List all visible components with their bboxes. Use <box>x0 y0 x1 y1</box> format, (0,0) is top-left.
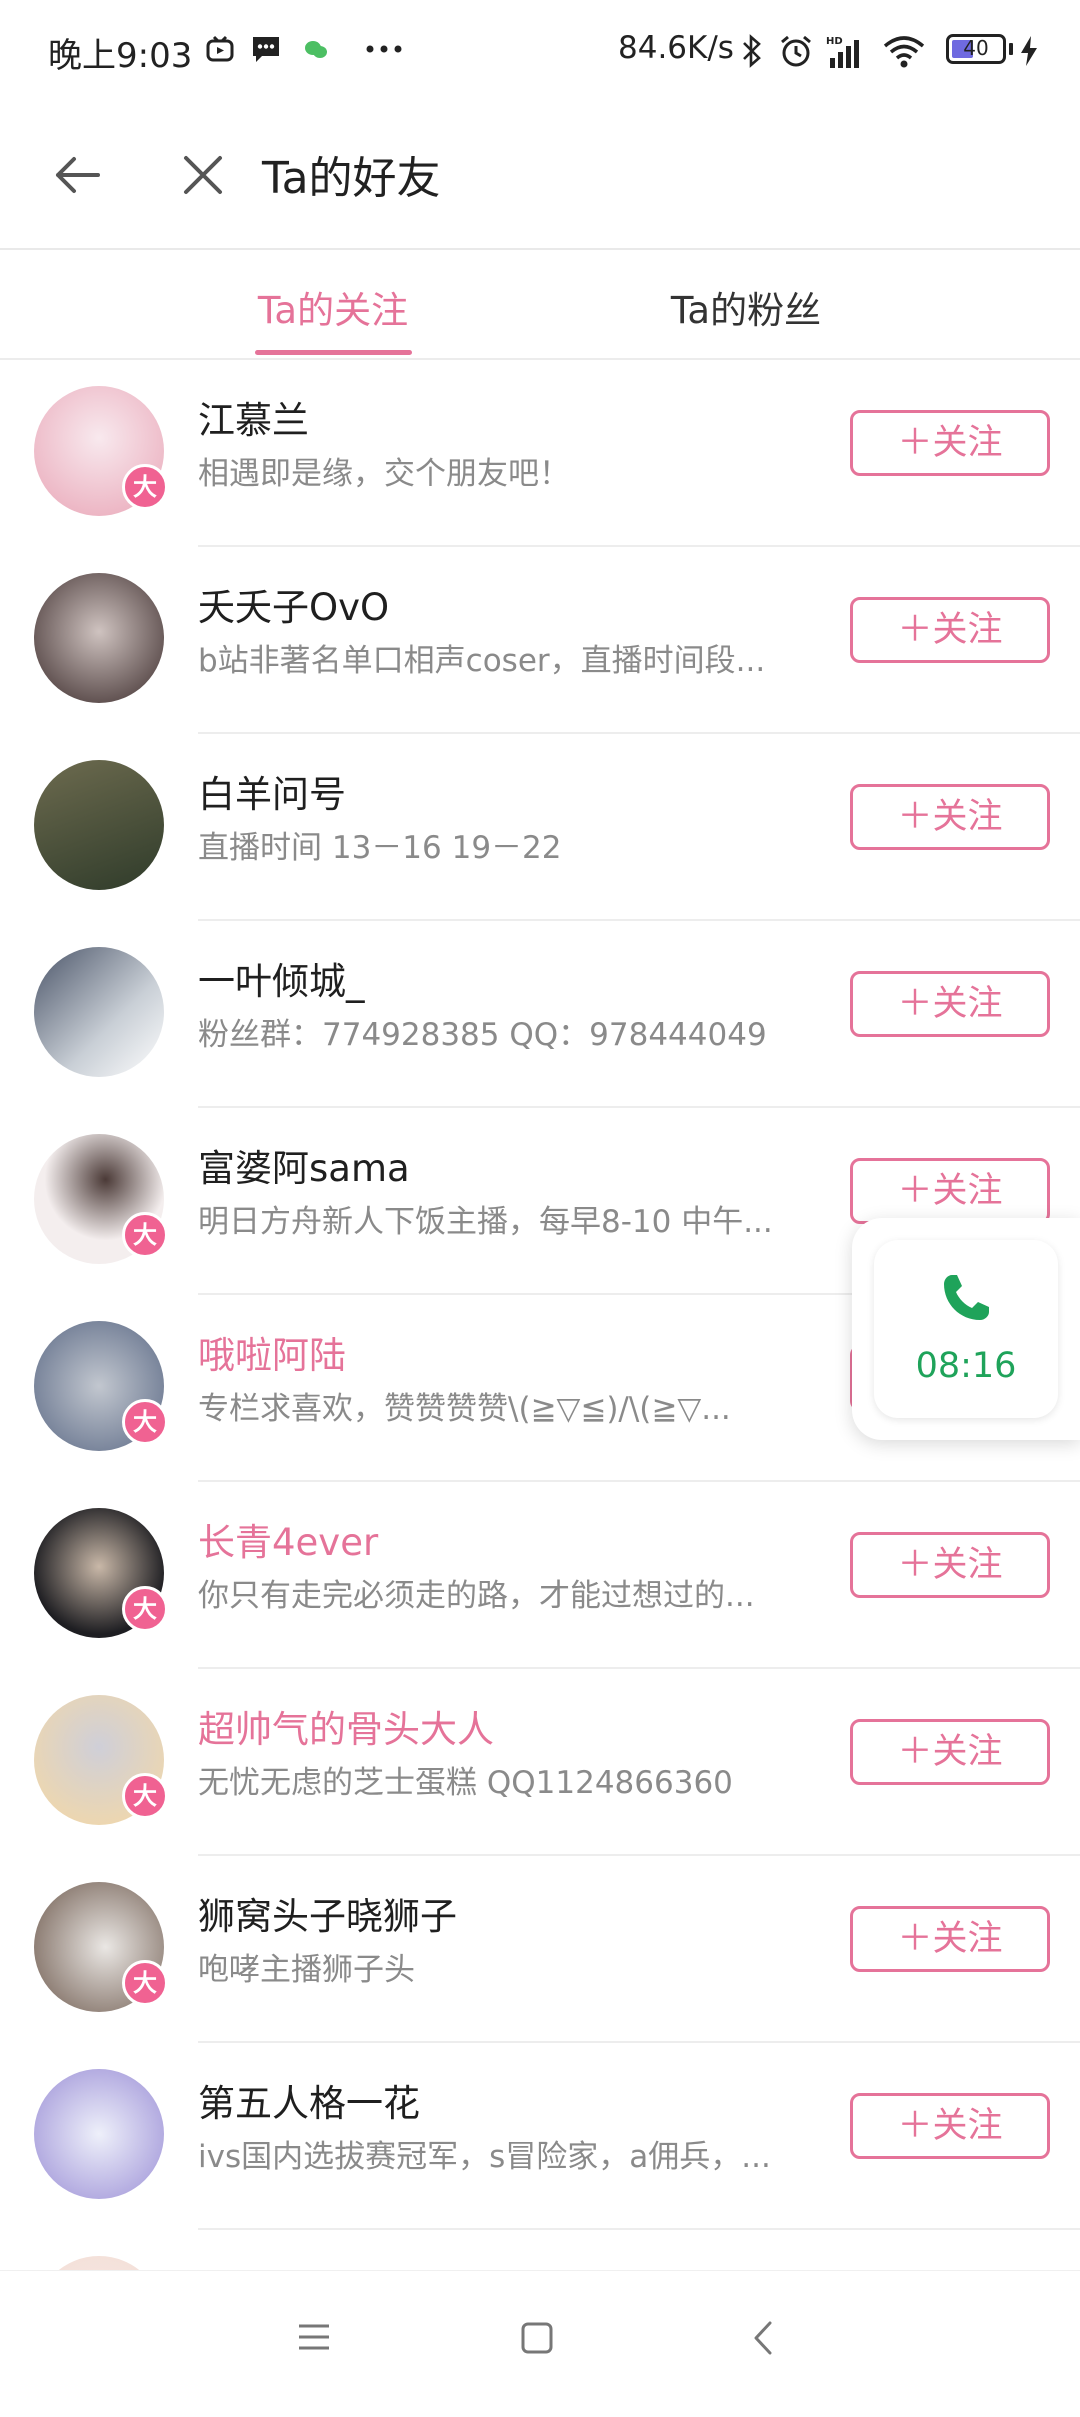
user-name[interactable]: 白羊问号 <box>198 764 346 818</box>
follow-button[interactable]: ＋关注 <box>850 1719 1050 1785</box>
svg-text:HD: HD <box>826 36 843 47</box>
avatar[interactable] <box>34 573 164 703</box>
follow-button[interactable]: ＋关注 <box>850 410 1050 476</box>
message-icon <box>253 37 279 62</box>
user-name[interactable]: 富婆阿sama <box>198 1138 410 1192</box>
user-description: 相遇即是缘，交个朋友吧！ <box>198 456 570 492</box>
badge-da: 大 <box>122 464 168 510</box>
list-item[interactable]: 第五人格一花 ivs国内选拔赛冠军，s冒险家，a佣兵，... ＋关注 <box>0 2043 1080 2230</box>
user-name[interactable]: 哦啦阿陆 <box>198 1325 346 1379</box>
user-description: 咆哮主播狮子头 <box>198 1952 415 1988</box>
user-description: 直播时间 13－16 19－22 <box>198 830 562 866</box>
user-name[interactable]: 江慕兰 <box>198 390 309 444</box>
alarm-icon <box>781 35 811 67</box>
follow-button[interactable]: ＋关注 <box>850 971 1050 1037</box>
page-title: Ta的好友 <box>262 153 441 204</box>
menu-icon[interactable] <box>296 2321 332 2353</box>
user-description: 专栏求喜欢，赞赞赞赞\(≧▽≦)/\(≧▽... <box>198 1391 731 1427</box>
tab-followers[interactable]: Ta的粉丝 <box>586 280 906 334</box>
list-item[interactable]: 大 狮窝头子晓狮子 咆哮主播狮子头 ＋关注 <box>0 1856 1080 2043</box>
user-description: 你只有走完必须走的路，才能过想过的... <box>198 1578 755 1614</box>
list-item[interactable]: 夭夭子OvO b站非著名单口相声coser，直播时间段... ＋关注 <box>0 547 1080 734</box>
wifi-icon <box>883 36 925 68</box>
status-bar: 晚上9:03 84.6K/s HD 40 <box>0 0 1080 100</box>
badge-da: 大 <box>122 1212 168 1258</box>
status-time: 晚上9:03 <box>48 36 193 76</box>
bluetooth-icon <box>743 34 761 68</box>
follow-button[interactable]: ＋关注 <box>850 597 1050 663</box>
follow-button[interactable]: ＋关注 <box>850 1158 1050 1224</box>
charging-icon <box>1021 36 1037 66</box>
more-icon <box>366 45 402 53</box>
list-item[interactable]: 大 长青4ever 你只有走完必须走的路，才能过想过的... ＋关注 <box>0 1482 1080 1669</box>
back-arrow-icon[interactable] <box>50 148 104 202</box>
follow-button[interactable]: ＋关注 <box>850 2093 1050 2159</box>
user-description: 无忧无虑的芝士蛋糕 QQ1124866360 <box>198 1765 733 1801</box>
avatar[interactable] <box>34 760 164 890</box>
system-navigation-bar <box>0 2270 1080 2401</box>
badge-da: 大 <box>122 1586 168 1632</box>
user-name[interactable]: 第五人格一花 <box>198 2073 420 2127</box>
network-speed: 84.6K/s <box>618 30 734 66</box>
home-icon[interactable] <box>520 2321 554 2355</box>
list-item[interactable]: 一叶倾城_ 粉丝群：774928385 QQ：978444049 ＋关注 <box>0 921 1080 1108</box>
user-name[interactable]: 狮窝头子晓狮子 <box>198 1886 457 1940</box>
user-description: ivs国内选拔赛冠军，s冒险家，a佣兵，... <box>198 2139 771 2175</box>
follow-button[interactable]: ＋关注 <box>850 1532 1050 1598</box>
user-name[interactable]: 夭夭子OvO <box>198 577 389 631</box>
tab-indicator <box>255 350 412 355</box>
floating-call-widget[interactable]: 08:16 <box>852 1218 1080 1440</box>
user-name[interactable]: 长青4ever <box>198 1512 378 1566</box>
follow-button[interactable]: ＋关注 <box>850 1906 1050 1972</box>
call-card[interactable]: 08:16 <box>874 1240 1058 1418</box>
user-description: 明日方舟新人下饭主播，每早8-10 中午... <box>198 1204 773 1240</box>
user-description: b站非著名单口相声coser，直播时间段... <box>198 643 766 679</box>
battery-icon: 40 <box>946 34 1006 64</box>
call-duration: 08:16 <box>915 1346 1017 1386</box>
close-icon[interactable] <box>178 150 228 200</box>
battery-level: 40 <box>963 36 989 60</box>
avatar[interactable] <box>34 2069 164 2199</box>
tab-bar: Ta的关注 Ta的粉丝 <box>0 250 1080 360</box>
wechat-icon <box>305 41 327 58</box>
badge-da: 大 <box>122 1399 168 1445</box>
app-notification-icon <box>206 35 234 62</box>
list-item[interactable]: 白羊问号 直播时间 13－16 19－22 ＋关注 <box>0 734 1080 921</box>
follow-button[interactable]: ＋关注 <box>850 784 1050 850</box>
user-name[interactable]: 超帅气的骨头大人 <box>198 1699 494 1753</box>
badge-da: 大 <box>122 1773 168 1819</box>
user-name[interactable]: 一叶倾城_ <box>198 951 365 1005</box>
signal-icon: HD <box>826 36 859 68</box>
list-item[interactable]: 大 江慕兰 相遇即是缘，交个朋友吧！ ＋关注 <box>0 360 1080 547</box>
tab-following[interactable]: Ta的关注 <box>173 280 493 334</box>
top-app-bar: Ta的好友 <box>0 100 1080 250</box>
phone-icon <box>944 1275 989 1320</box>
list-item[interactable]: 大 超帅气的骨头大人 无忧无虑的芝士蛋糕 QQ1124866360 ＋关注 <box>0 1669 1080 1856</box>
back-icon[interactable] <box>750 2319 776 2357</box>
avatar[interactable] <box>34 947 164 1077</box>
user-description: 粉丝群：774928385 QQ：978444049 <box>198 1017 767 1053</box>
badge-da: 大 <box>122 1960 168 2006</box>
